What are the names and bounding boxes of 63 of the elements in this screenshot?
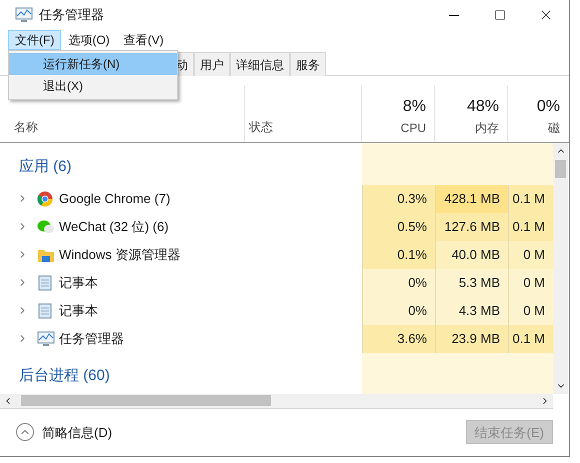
usage-cell: 23.9 MB [435,324,508,353]
usage-cell: 0.1 M [508,212,553,241]
tab[interactable]: 服务 [290,52,326,76]
scroll-thumb[interactable] [555,160,566,178]
window-title: 任务管理器 [39,6,104,24]
column-header[interactable]: CPU [400,119,426,138]
minimize-icon [449,14,459,16]
usage-cell: 0 M [508,296,553,325]
process-name: 任务管理器 [59,330,124,348]
usage-cell: 0% [362,268,435,297]
process-name: Google Chrome (7) [59,190,170,208]
scroll-thumb[interactable] [21,395,271,406]
usage-cell: 0.3% [362,184,435,213]
usage-percent: 0% [536,97,560,118]
horizontal-scrollbar[interactable] [0,394,553,409]
usage-cell: 5.3 MB [435,268,508,297]
usage-cell: 0% [362,296,435,325]
process-name: 记事本 [59,302,98,320]
process-row[interactable]: 记事本 0% 4.3 MB 0 M [0,296,553,325]
column-header[interactable]: 磁 [548,119,560,138]
collapse-details-icon[interactable] [16,423,34,442]
menu-option[interactable]: 退出(X) [9,75,177,97]
browser-icon [37,190,53,207]
usage-cell: 0.1% [362,240,435,269]
usage-cell: 127.6 MB [435,212,508,241]
process-row[interactable]: Google Chrome (7) 0.3% 428.1 MB 0.1 M [0,184,553,213]
vertical-scrollbar[interactable] [553,143,568,394]
process-name: 记事本 [59,274,98,292]
process-row[interactable]: Windows 资源管理器 0.1% 40.0 MB 0 M [0,240,553,269]
monitor-chart-icon [15,7,33,23]
usage-cell: 428.1 MB [435,184,508,213]
process-row[interactable]: WeChat (32 位) (6) 0.5% 127.6 MB 0.1 M [0,212,553,241]
usage-cell: 40.0 MB [435,240,508,269]
usage-cell: 0 M [508,240,553,269]
usage-cell: 0.1 M [508,324,553,353]
process-row[interactable]: 记事本 0% 5.3 MB 0 M [0,268,553,297]
usage-cell: 0 M [508,268,553,297]
column-header[interactable]: 内存 [475,119,499,138]
usage-cell: 0.5% [362,212,435,241]
notepad-icon [37,274,53,291]
process-name: Windows 资源管理器 [59,246,180,264]
column-header[interactable]: 状态 [249,118,273,136]
menu-option[interactable]: 运行新任务(N) [9,53,177,75]
column-header[interactable]: 名称 [14,118,38,136]
process-row[interactable]: 任务管理器 3.6% 23.9 MB 0.1 M [0,324,553,353]
tab[interactable]: 详细信息 [230,52,290,76]
menu-item[interactable]: 查看(V) [116,30,171,50]
menu-item[interactable]: 选项(O) [61,30,117,50]
menu-item[interactable]: 文件(F) [8,30,62,50]
maximize-icon [494,9,506,21]
process-name: WeChat (32 位) (6) [59,218,169,236]
usage-percent: 8% [402,97,426,118]
monitor-chart-icon [37,330,55,347]
usage-cell: 3.6% [362,324,435,353]
notepad-icon [37,302,53,319]
group-header: 后台进程 (60) [19,366,110,386]
usage-cell: 4.3 MB [435,296,508,325]
tab[interactable]: 用户 [194,52,230,76]
chat-bubbles-icon [37,218,55,235]
group-header: 应用 (6) [19,157,72,178]
usage-cell: 0.1 M [508,184,553,213]
usage-percent: 48% [466,97,499,118]
fewer-details-link[interactable]: 简略信息(D) [42,422,112,442]
